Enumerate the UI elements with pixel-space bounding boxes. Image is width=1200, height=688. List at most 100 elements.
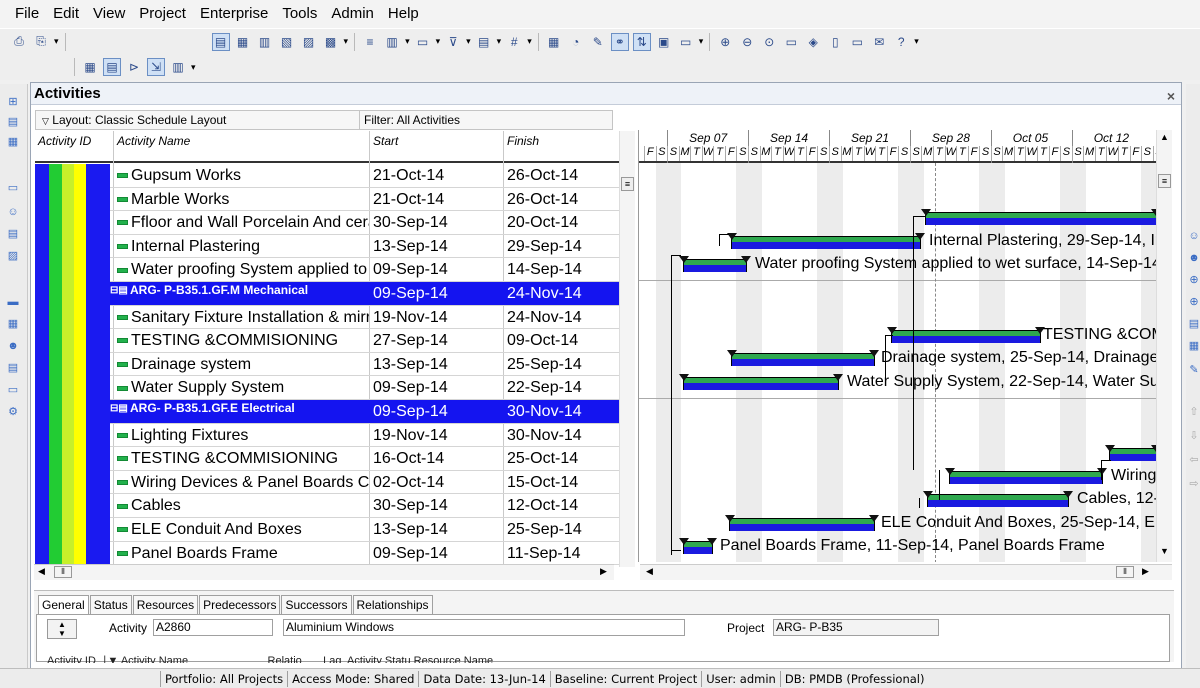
menu-enterprise[interactable]: Enterprise <box>193 0 275 28</box>
zoom-out-icon[interactable]: ⊖ <box>738 33 756 51</box>
chart-view-icon[interactable]: ▥ <box>169 58 187 76</box>
layout-dropdown[interactable]: ▽ Layout: Classic Schedule Layout <box>36 111 360 129</box>
wbs-row[interactable]: ⊟▤ ARG- P-B35.1.GF.M Mechanical 09-Sep-14 2… <box>35 282 619 306</box>
dropdown-arrow-icon[interactable]: ▾ <box>405 36 410 47</box>
move-right-icon[interactable]: ⇨ <box>1187 478 1200 490</box>
baseline-icon[interactable]: ▣ <box>655 33 673 51</box>
print-preview-icon[interactable]: ⎘ <box>32 33 50 51</box>
help-icon[interactable]: ? <box>892 33 910 51</box>
scroll-down-icon[interactable]: ▼ <box>1160 546 1169 556</box>
detail-view-icon[interactable]: ▤ <box>103 58 121 76</box>
record-spinner[interactable]: ▲ ▼ <box>47 619 77 639</box>
tab-general[interactable]: General <box>38 595 89 614</box>
scroll-left-icon[interactable]: ◀ <box>646 566 653 577</box>
activity-bar[interactable] <box>949 471 1103 484</box>
table-row[interactable]: Gupsum Works 21-Oct-14 26-Oct-14 <box>35 164 619 188</box>
menu-admin[interactable]: Admin <box>324 0 381 28</box>
wbs-icon[interactable]: ▤ <box>6 116 20 128</box>
step-icon[interactable]: ▦ <box>1187 340 1200 352</box>
menu-tools[interactable]: Tools <box>275 0 324 28</box>
usage-profile-icon[interactable]: ▧ <box>278 33 296 51</box>
issues-icon[interactable]: ▦ <box>6 318 20 330</box>
activity-bar[interactable] <box>729 518 875 531</box>
scroll-thumb[interactable]: ⦀ <box>54 566 72 578</box>
tab-status[interactable]: Status <box>89 595 132 614</box>
menu-file[interactable]: File <box>8 0 46 28</box>
tab-relationships[interactable]: Relationships <box>352 595 433 614</box>
col-activity-name[interactable]: Activity Name <box>117 134 190 148</box>
col-finish[interactable]: Finish <box>507 134 539 148</box>
table-row[interactable]: Panel Boards Frame 09-Sep-14 11-Sep-14 <box>35 542 619 566</box>
zoom-fit-icon[interactable]: ⊙ <box>760 33 778 51</box>
table-row[interactable]: TESTING &COMMISIONING 27-Sep-14 09-Oct-14 <box>35 329 619 353</box>
assign-role-icon[interactable]: ☻ <box>1187 252 1200 264</box>
view-icon[interactable]: ▭ <box>677 33 695 51</box>
expand-icon[interactable]: ◈ <box>804 33 822 51</box>
dropdown-arrow-icon[interactable]: ▾ <box>466 36 471 47</box>
spreadsheet-icon[interactable]: ▩ <box>322 33 340 51</box>
table-row[interactable]: Internal Plastering 13-Sep-14 29-Sep-14 <box>35 235 619 259</box>
assign-code-icon[interactable]: ▤ <box>1187 318 1200 330</box>
grid-view-icon[interactable]: ▦ <box>81 58 99 76</box>
collapse-icon[interactable]: ▭ <box>782 33 800 51</box>
number-icon[interactable]: # <box>505 33 523 51</box>
dropdown-arrow-icon[interactable]: ▾ <box>436 36 441 47</box>
add-predecessor-icon[interactable]: ⊕ <box>1187 274 1200 286</box>
add-successor-icon[interactable]: ⊕ <box>1187 296 1200 308</box>
scroll-thumb[interactable]: ≡ <box>1158 174 1171 188</box>
scroll-thumb[interactable]: ⦀ <box>1116 566 1134 578</box>
activity-bar[interactable] <box>683 259 747 272</box>
tracking-icon[interactable]: ▭ <box>6 384 20 396</box>
move-down-icon[interactable]: ⇩ <box>1187 430 1200 442</box>
table-horizontal-scrollbar[interactable]: ◀ ⦀ ▶ <box>34 564 614 580</box>
table-row[interactable]: Drainage system 13-Sep-14 25-Sep-14 <box>35 353 619 377</box>
menu-project[interactable]: Project <box>132 0 193 28</box>
docs-icon[interactable]: ▤ <box>6 228 20 240</box>
risk-icon[interactable]: ▬ <box>6 296 20 308</box>
bars-icon[interactable]: ▥ <box>383 33 401 51</box>
gear-icon[interactable]: ⚙ <box>6 406 20 418</box>
resources-icon[interactable]: ☻ <box>6 340 20 352</box>
projects-icon[interactable]: ⊞ <box>6 96 20 108</box>
gantt-vertical-scrollbar[interactable]: ≡ ▲ ▼ <box>1156 130 1172 562</box>
col-activity-id[interactable]: Activity ID <box>38 134 91 148</box>
table-row[interactable]: Cables 30-Sep-14 12-Oct-14 <box>35 494 619 518</box>
scroll-right-icon[interactable]: ▶ <box>600 566 607 577</box>
split-icon[interactable]: ▯ <box>826 33 844 51</box>
table-row[interactable]: Ffloor and Wall Porcelain And ceram 30-Se… <box>35 211 619 235</box>
layout-icon[interactable]: ▤ <box>475 33 493 51</box>
activity-bar[interactable] <box>1109 448 1156 461</box>
menu-view[interactable]: View <box>86 0 132 28</box>
network-view-icon[interactable]: ⇲ <box>147 58 165 76</box>
col-start[interactable]: Start <box>373 134 398 148</box>
table-row[interactable]: Sanitary Fixture Installation & mirrors 1… <box>35 306 619 330</box>
dropdown-arrow-icon[interactable]: ▾ <box>497 36 502 47</box>
activity-bar[interactable] <box>731 236 921 249</box>
group-sort-icon[interactable]: ▭ <box>414 33 432 51</box>
move-up-icon[interactable]: ⇧ <box>1187 406 1200 418</box>
scroll-up-icon[interactable]: ▲ <box>1160 132 1169 142</box>
zoom-in-icon[interactable]: ⊕ <box>716 33 734 51</box>
table-row[interactable]: Water proofing System applied to we 09-Se… <box>35 258 619 282</box>
outline-icon[interactable]: ⊳ <box>125 58 143 76</box>
reports-icon[interactable]: ▤ <box>6 362 20 374</box>
filter-icon[interactable]: ⊽ <box>444 33 462 51</box>
tab-predecessors[interactable]: Predecessors <box>199 595 281 614</box>
notes-icon[interactable]: ✎ <box>1187 364 1200 376</box>
activity-table-icon[interactable]: ▤ <box>211 32 230 51</box>
close-icon[interactable]: × <box>1167 85 1175 107</box>
wbs-row[interactable]: ⊟▤ ARG- P-B35.1.GF.E Electrical 09-Sep-14 3… <box>35 400 619 424</box>
dropdown-arrow-icon[interactable]: ▾ <box>191 62 196 73</box>
resource-icon[interactable]: ▨ <box>300 33 318 51</box>
progress-icon[interactable]: ✎ <box>589 33 607 51</box>
table-row[interactable]: Lighting Fixtures 19-Nov-14 30-Nov-14 <box>35 424 619 448</box>
window-icon[interactable]: ▭ <box>848 33 866 51</box>
dropdown-arrow-icon[interactable]: ▾ <box>527 36 532 47</box>
activity-bar[interactable] <box>683 377 839 390</box>
filter-label[interactable]: Filter: All Activities <box>360 111 460 129</box>
columns-icon[interactable]: ≡ <box>361 33 379 51</box>
activities-icon[interactable]: ▦ <box>6 136 20 148</box>
schedule-icon[interactable]: ▦ <box>545 33 563 51</box>
activity-name-field[interactable]: Aluminium Windows <box>283 619 685 636</box>
gantt-chart[interactable]: Sep 07 Sep 14 Sep 21 Sep 28 Oct 05 Oct 12 F S S M… <box>638 130 1156 562</box>
